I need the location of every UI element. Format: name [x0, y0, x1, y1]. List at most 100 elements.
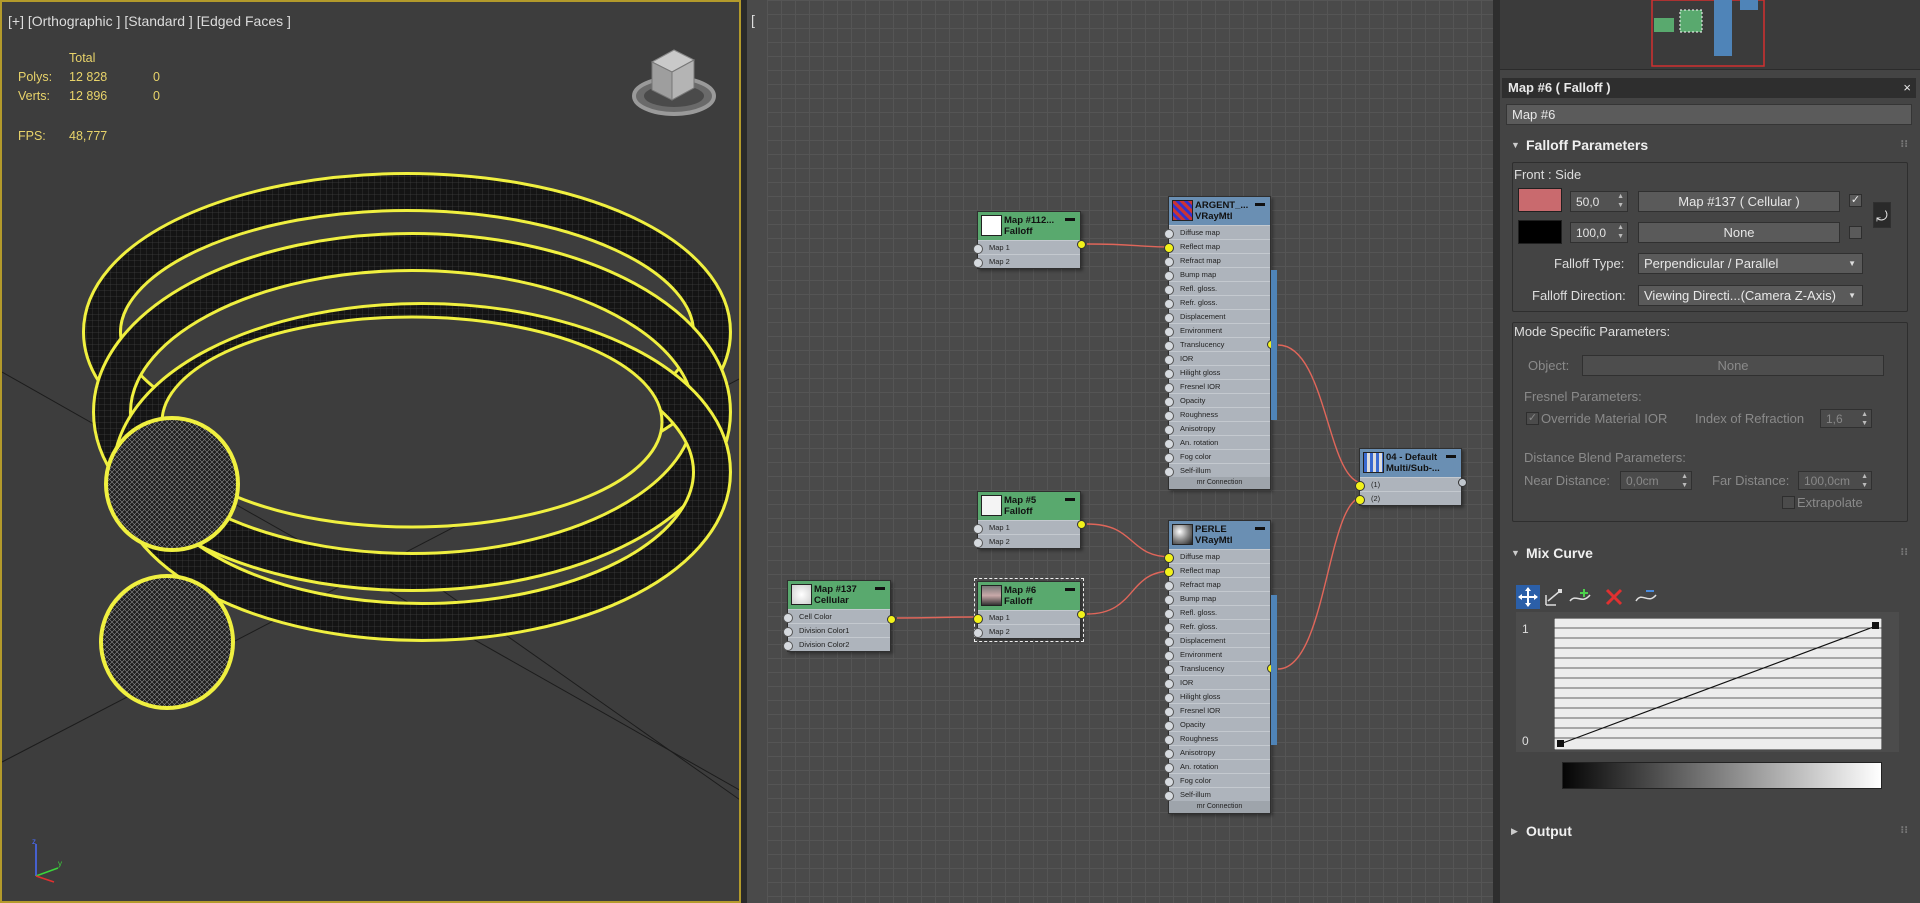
collapse-button[interactable]: ▬	[1065, 213, 1075, 224]
rollout-falloff-parameters[interactable]: ▼ Falloff Parameters ⁝⁝	[1504, 133, 1914, 157]
node-slot[interactable]: Refl. gloss.	[1164, 605, 1270, 619]
node-slot[interactable]: Hilight gloss	[1164, 365, 1270, 379]
node-slot[interactable]: Roughness	[1164, 407, 1270, 421]
spinner-arrows-icon[interactable]: ▲ ▼	[1617, 223, 1624, 241]
node-map112-falloff[interactable]: Map #112... Falloff ▬ Map 1 Map 2	[973, 211, 1086, 269]
node-map6-falloff[interactable]: Map #6 Falloff ▬ Map 1 Map 2	[973, 578, 1086, 642]
output-socket[interactable]	[1077, 240, 1086, 249]
node-slot[interactable]: Diffuse map	[1164, 549, 1270, 563]
slate-node-view[interactable]: Map #112... Falloff ▬ Map 1 Map 2 Map #5…	[767, 0, 1493, 903]
extrapolate-checkbox[interactable]	[1782, 496, 1795, 509]
front-map-button[interactable]: Map #137 ( Cellular )	[1638, 191, 1840, 212]
output-socket[interactable]	[1077, 610, 1086, 619]
node-slot[interactable]: An. rotation	[1164, 759, 1270, 773]
override-ior-checkbox[interactable]: ✓	[1526, 412, 1539, 425]
node-slot[interactable]: Bump map	[1164, 591, 1270, 605]
node-slot[interactable]: Map 2	[973, 254, 1080, 268]
node-slot[interactable]: Environment	[1164, 323, 1270, 337]
spinner-arrows-icon[interactable]: ▲ ▼	[1861, 410, 1868, 428]
node-slot[interactable]: (1)	[1355, 477, 1461, 491]
ring-mesh-object[interactable]	[2, 2, 741, 903]
side-color-swatch[interactable]	[1518, 220, 1562, 244]
side-map-enable-checkbox[interactable]	[1849, 226, 1862, 239]
node-slot[interactable]: Self-illum	[1164, 463, 1270, 477]
mr-connection-footer[interactable]: mr Connection	[1169, 477, 1270, 489]
spinner-arrows-icon[interactable]: ▲ ▼	[1681, 472, 1688, 490]
front-amount-spinner[interactable]: 50,0 ▲ ▼	[1570, 191, 1628, 212]
node-slot[interactable]: Fog color	[1164, 773, 1270, 787]
output-socket[interactable]	[887, 615, 896, 624]
mr-connection-footer[interactable]: mr Connection	[1169, 801, 1270, 813]
node-map137-cellular[interactable]: Map #137 Cellular ▬ Cell Color Division …	[783, 580, 896, 652]
node-slot[interactable]: Map 1	[973, 610, 1080, 624]
node-multisub-material[interactable]: 04 - Default Multi/Sub-... ▬ (1) (2)	[1355, 448, 1467, 506]
far-distance-spinner[interactable]: 100,0cm ▲ ▼	[1798, 471, 1872, 490]
node-editor-divider[interactable]	[1493, 0, 1500, 903]
object-pick-button[interactable]: None	[1582, 355, 1884, 376]
side-amount-spinner[interactable]: 100,0 ▲ ▼	[1570, 222, 1628, 243]
node-slot[interactable]: Refl. gloss.	[1164, 281, 1270, 295]
node-perle-vraymtl[interactable]: PERLE VRayMtl ▬ Diffuse map Reflect map Re…	[1164, 520, 1276, 814]
node-slot[interactable]: Translucency	[1164, 337, 1270, 351]
rollout-output[interactable]: ▶ Output ⁝⁝	[1504, 819, 1914, 843]
insert-point-icon[interactable]	[1568, 585, 1592, 609]
node-slot[interactable]: (2)	[1355, 491, 1461, 505]
node-argent-vraymtl[interactable]: ARGENT_... VRayMtl ▬ Diffuse map Reflect …	[1164, 196, 1276, 490]
perspective-viewport[interactable]: [+] [Orthographic ] [Standard ] [Edged F…	[0, 0, 741, 903]
node-slot[interactable]: Map 2	[973, 624, 1080, 638]
node-slot[interactable]: Reflect map	[1164, 563, 1270, 577]
falloff-direction-dropdown[interactable]: Viewing Directi...(Camera Z-Axis) ▼	[1638, 285, 1863, 306]
node-slot[interactable]: Map 1	[973, 520, 1080, 534]
collapse-button[interactable]: ▬	[1065, 493, 1075, 504]
node-slot[interactable]: Cell Color	[783, 609, 890, 623]
mix-curve-graph[interactable]: 1 0	[1516, 612, 1899, 752]
falloff-type-dropdown[interactable]: Perpendicular / Parallel ▼	[1638, 253, 1863, 274]
output-socket[interactable]	[1077, 520, 1086, 529]
node-slot[interactable]: Translucency	[1164, 661, 1270, 675]
node-slot[interactable]: Opacity	[1164, 393, 1270, 407]
node-slot[interactable]: Environment	[1164, 647, 1270, 661]
collapse-button[interactable]: ▬	[875, 582, 885, 593]
node-slot[interactable]: Bump map	[1164, 267, 1270, 281]
collapse-button[interactable]: ▬	[1446, 450, 1456, 461]
node-slot[interactable]: Roughness	[1164, 731, 1270, 745]
front-map-enable-checkbox[interactable]: ✓	[1849, 194, 1862, 207]
spinner-arrows-icon[interactable]: ▲ ▼	[1617, 192, 1624, 210]
collapse-button[interactable]: ▬	[1065, 583, 1075, 594]
node-slot[interactable]: Opacity	[1164, 717, 1270, 731]
ior-spinner[interactable]: 1,6 ▲ ▼	[1820, 409, 1872, 428]
node-slot[interactable]: IOR	[1164, 351, 1270, 365]
swap-colors-icon[interactable]: ⤾	[1873, 202, 1891, 228]
front-color-swatch[interactable]	[1518, 188, 1562, 212]
spinner-arrows-icon[interactable]: ▲ ▼	[1861, 472, 1868, 490]
curve-plot[interactable]	[1554, 618, 1882, 750]
near-distance-spinner[interactable]: 0,0cm ▲ ▼	[1620, 471, 1692, 490]
node-slot[interactable]: Self-illum	[1164, 787, 1270, 801]
node-slot[interactable]: Displacement	[1164, 633, 1270, 647]
map-name-field[interactable]: Map #6	[1506, 104, 1912, 125]
node-slot[interactable]: Anisotropy	[1164, 745, 1270, 759]
node-scroll-bar[interactable]	[1271, 595, 1277, 745]
node-slot[interactable]: Map 1	[973, 240, 1080, 254]
curve-point[interactable]	[1872, 622, 1879, 629]
node-slot[interactable]: Refr. gloss.	[1164, 295, 1270, 309]
rollout-mix-curve[interactable]: ▼ Mix Curve ⁝⁝	[1504, 541, 1914, 565]
node-slot[interactable]: Diffuse map	[1164, 225, 1270, 239]
node-slot[interactable]: Refr. gloss.	[1164, 619, 1270, 633]
move-icon[interactable]	[1516, 585, 1540, 609]
node-slot[interactable]: Reflect map	[1164, 239, 1270, 253]
node-slot[interactable]: Refract map	[1164, 253, 1270, 267]
node-slot[interactable]: Refract map	[1164, 577, 1270, 591]
node-slot[interactable]: An. rotation	[1164, 435, 1270, 449]
node-slot[interactable]: Fresnel IOR	[1164, 379, 1270, 393]
scale-point-icon[interactable]	[1542, 585, 1566, 609]
node-slot[interactable]: Division Color2	[783, 637, 890, 651]
close-icon[interactable]: ×	[1903, 78, 1911, 98]
node-slot[interactable]: IOR	[1164, 675, 1270, 689]
curve-point[interactable]	[1557, 740, 1564, 747]
node-slot[interactable]: Division Color1	[783, 623, 890, 637]
node-slot[interactable]: Map 2	[973, 534, 1080, 548]
node-slot[interactable]: Fresnel IOR	[1164, 703, 1270, 717]
reset-curve-icon[interactable]	[1634, 585, 1658, 609]
node-slot[interactable]: Displacement	[1164, 309, 1270, 323]
